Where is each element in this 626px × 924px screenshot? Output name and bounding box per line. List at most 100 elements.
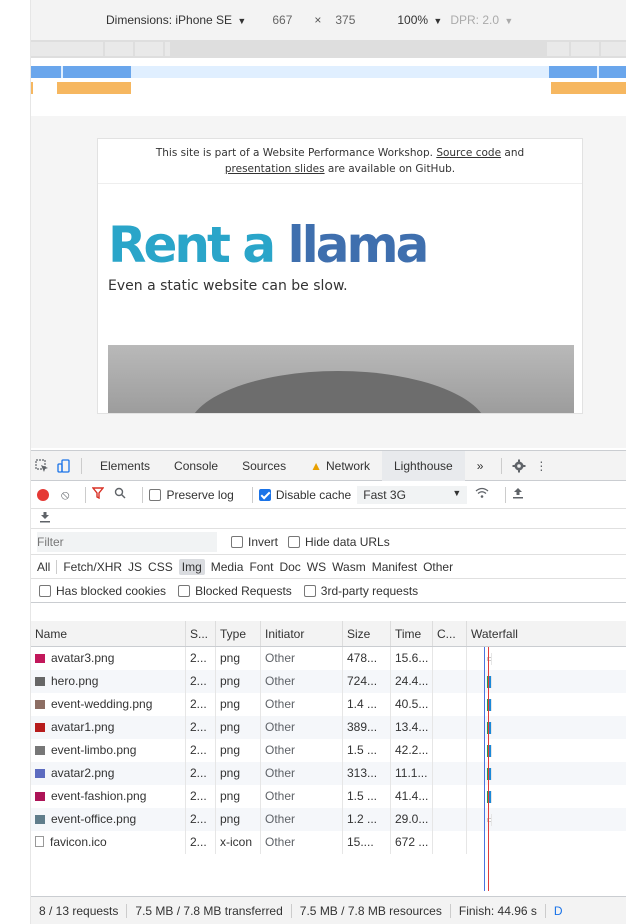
request-status-cell: 2... bbox=[186, 716, 216, 739]
tab-sources[interactable]: Sources bbox=[230, 451, 298, 481]
table-row[interactable]: avatar3.png 2... png Other 478... 15.6... bbox=[31, 647, 626, 670]
invert-checkbox[interactable] bbox=[231, 535, 243, 548]
media-query-segment[interactable] bbox=[31, 66, 61, 78]
third-party-requests-checkbox[interactable] bbox=[303, 584, 316, 597]
warning-icon: ▲ bbox=[310, 458, 322, 473]
table-row[interactable]: hero.png 2... png Other 724... 24.4... bbox=[31, 670, 626, 693]
column-header-waterfall[interactable]: Waterfall bbox=[467, 621, 626, 646]
column-header-c[interactable]: C... bbox=[433, 621, 467, 646]
request-name: event-office.png bbox=[51, 812, 137, 826]
zoom-select[interactable]: 100% ▼ bbox=[397, 13, 442, 27]
column-header-type[interactable]: Type bbox=[216, 621, 261, 646]
export-har-icon[interactable] bbox=[39, 511, 51, 526]
type-filter-media[interactable]: Media bbox=[211, 560, 244, 574]
kebab-menu-icon[interactable]: ⋮ bbox=[530, 451, 552, 481]
column-header-size[interactable]: Size bbox=[343, 621, 391, 646]
request-size-cell: 478... bbox=[343, 647, 391, 670]
filter-input[interactable]: Filter bbox=[37, 531, 217, 552]
media-query-segment[interactable] bbox=[551, 82, 626, 94]
blocked-requests-label: Blocked Requests bbox=[195, 583, 292, 598]
disable-cache-checkbox[interactable] bbox=[258, 488, 271, 501]
media-query-segment[interactable] bbox=[63, 66, 131, 78]
table-row[interactable]: avatar1.png 2... png Other 389... 13.4... bbox=[31, 716, 626, 739]
type-filter-css[interactable]: CSS bbox=[148, 560, 173, 574]
gear-icon[interactable] bbox=[508, 451, 530, 481]
table-row[interactable]: avatar2.png 2... png Other 313... 11.1... bbox=[31, 762, 626, 785]
request-initiator-cell: Other bbox=[261, 716, 343, 739]
type-filter-all[interactable]: All bbox=[37, 560, 50, 574]
import-har-icon[interactable] bbox=[512, 487, 524, 502]
invert-label: Invert bbox=[248, 534, 279, 549]
media-query-segment[interactable] bbox=[599, 66, 626, 78]
waterfall-cell bbox=[467, 693, 626, 716]
type-filter-doc[interactable]: Doc bbox=[279, 560, 300, 574]
more-tabs-button[interactable]: » bbox=[465, 451, 496, 481]
type-filter-manifest[interactable]: Manifest bbox=[372, 560, 417, 574]
type-filter-js[interactable]: JS bbox=[128, 560, 142, 574]
ruler-segment[interactable] bbox=[601, 42, 626, 56]
column-header-initiator[interactable]: Initiator bbox=[261, 621, 343, 646]
request-time-cell: 13.4... bbox=[391, 716, 433, 739]
preserve-log-label: Preserve log bbox=[166, 487, 234, 502]
ruler-segment[interactable] bbox=[547, 42, 569, 56]
record-icon[interactable] bbox=[37, 488, 49, 501]
table-row[interactable]: event-fashion.png 2... png Other 1.5 ... 41.4… bbox=[31, 785, 626, 808]
banner-text: and bbox=[504, 147, 525, 159]
preserve-log-checkbox[interactable] bbox=[149, 488, 162, 501]
source-code-link[interactable]: Source code bbox=[436, 147, 501, 159]
device-width-input[interactable]: 667 bbox=[268, 11, 310, 29]
request-time-cell: 42.2... bbox=[391, 739, 433, 762]
device-dimensions-select[interactable]: Dimensions: iPhone SE ▼ bbox=[106, 13, 246, 27]
type-filter-ws[interactable]: WS bbox=[307, 560, 326, 574]
table-row[interactable]: event-limbo.png 2... png Other 1.5 ... 42.2..… bbox=[31, 739, 626, 762]
request-initiator-cell: Other bbox=[261, 831, 343, 854]
type-filter-other[interactable]: Other bbox=[423, 560, 453, 574]
tab-network[interactable]: ▲ Network bbox=[298, 451, 382, 481]
banner-text: are available on GitHub. bbox=[327, 163, 456, 175]
tab-elements[interactable]: Elements bbox=[88, 451, 162, 481]
type-filter-wasm[interactable]: Wasm bbox=[332, 560, 366, 574]
media-query-segment[interactable] bbox=[57, 82, 131, 94]
tab-console[interactable]: Console bbox=[162, 451, 230, 481]
request-c-cell bbox=[433, 831, 467, 854]
column-header-time[interactable]: Time bbox=[391, 621, 433, 646]
type-filter-fetch-xhr[interactable]: Fetch/XHR bbox=[63, 560, 122, 574]
throttling-select[interactable]: Fast 3G ▼ bbox=[357, 485, 468, 504]
column-header-status[interactable]: S... bbox=[186, 621, 216, 646]
device-height-input[interactable]: 375 bbox=[331, 11, 373, 29]
column-header-name[interactable]: Name bbox=[31, 621, 186, 646]
table-row[interactable]: event-wedding.png 2... png Other 1.4 ... 40.5… bbox=[31, 693, 626, 716]
filter-icon[interactable] bbox=[92, 487, 105, 502]
request-name-cell: avatar2.png bbox=[31, 762, 186, 785]
wifi-settings-icon[interactable] bbox=[475, 487, 489, 502]
has-blocked-cookies-checkbox[interactable] bbox=[39, 584, 51, 597]
table-row[interactable]: event-office.png 2... png Other 1.2 ... 29.0.… bbox=[31, 808, 626, 831]
ruler-segment[interactable] bbox=[31, 42, 103, 56]
request-type-cell: png bbox=[216, 762, 261, 785]
ruler-segment[interactable] bbox=[105, 42, 133, 56]
ruler-segment[interactable] bbox=[571, 42, 599, 56]
hide-data-urls-checkbox[interactable] bbox=[288, 535, 301, 548]
device-toolbar-icon[interactable] bbox=[53, 451, 75, 481]
table-row[interactable]: favicon.ico 2... x-icon Other 15.... 672 ... bbox=[31, 831, 626, 854]
media-query-segment[interactable] bbox=[31, 82, 33, 94]
dpr-select[interactable]: DPR: 2.0 ▼ bbox=[450, 13, 513, 27]
media-query-bar-min-width bbox=[31, 82, 626, 94]
table-header: Name S... Type Initiator Size Time C... … bbox=[31, 621, 626, 647]
request-status-cell: 2... bbox=[186, 739, 216, 762]
inspect-element-icon[interactable] bbox=[31, 451, 53, 481]
search-icon[interactable] bbox=[114, 487, 126, 502]
blocked-requests-checkbox[interactable] bbox=[178, 584, 191, 597]
clear-icon[interactable]: ⦸ bbox=[61, 487, 69, 503]
ruler-segment[interactable] bbox=[165, 42, 170, 56]
presentation-slides-link[interactable]: presentation slides bbox=[225, 163, 325, 175]
request-size-cell: 1.5 ... bbox=[343, 739, 391, 762]
tab-lighthouse[interactable]: Lighthouse bbox=[382, 450, 465, 481]
divider bbox=[501, 457, 503, 474]
type-filter-font[interactable]: Font bbox=[249, 560, 273, 574]
ruler-segment[interactable] bbox=[135, 42, 163, 56]
table-body: avatar3.png 2... png Other 478... 15.6... hero… bbox=[31, 647, 626, 854]
media-query-segment[interactable] bbox=[549, 66, 597, 78]
type-filter-img[interactable]: Img bbox=[178, 558, 205, 575]
request-initiator-cell: Other bbox=[261, 739, 343, 762]
